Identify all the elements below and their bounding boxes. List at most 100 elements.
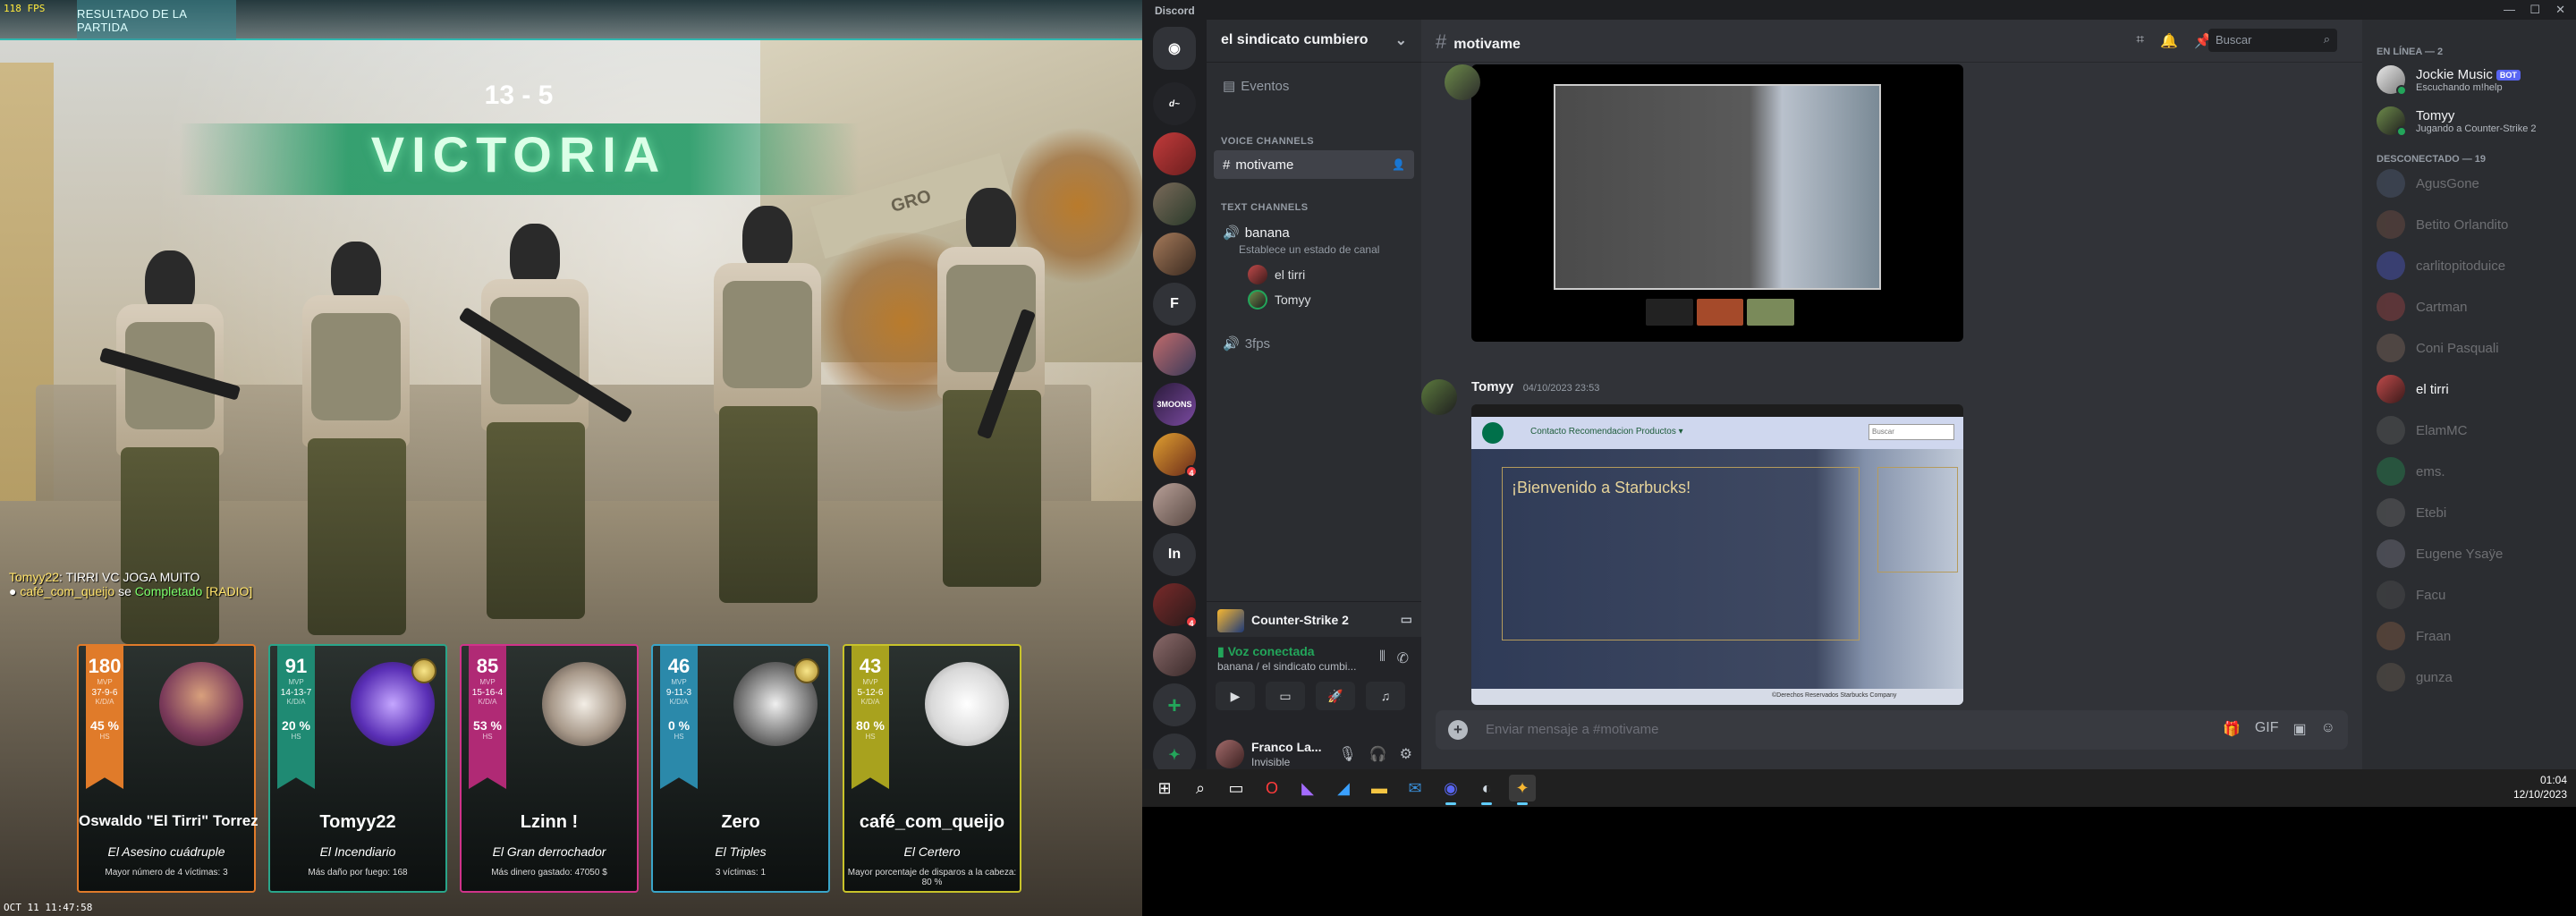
site-header: Contacto Recomendacion Productos ▾ Busca… [1471,417,1963,449]
player-name: Tomyy22 [319,812,396,832]
player-card[interactable]: 43 MVP 5-12-6 K/D/A 80 % HS café_com_que… [843,644,1021,893]
player-award-title: El Incendiario [319,844,396,859]
member-item[interactable]: Tomyy Jugando a Counter-Strike 2 [2377,102,2573,140]
member-item[interactable]: AgusGone [2377,165,2573,202]
microphone-icon[interactable]: 🎙 [1338,745,1356,763]
add-member-icon[interactable]: 👤 [1392,158,1405,171]
opera-icon[interactable]: O [1258,775,1285,802]
member-item[interactable]: ems. [2377,453,2573,490]
gift-icon[interactable]: 🎁 [2223,720,2241,738]
minimize-icon[interactable]: — [2504,3,2515,16]
system-clock[interactable]: 01:04 12/10/2023 [2513,773,2567,802]
server-icon[interactable]: 4 [1153,583,1198,628]
visual-studio-icon[interactable]: ◣ [1294,775,1321,802]
gif-icon[interactable]: GIF [2255,720,2279,738]
member-item[interactable]: gunza [2377,658,2573,696]
events-link[interactable]: ▤ Eventos [1214,72,1414,100]
search-input[interactable]: Buscar ⌕ [2208,29,2337,52]
category-text[interactable]: TEXT CHANNELS [1221,202,1308,213]
server-icon[interactable] [1153,182,1196,225]
member-item[interactable]: carlitopitoduice [2377,247,2573,284]
image-attachment[interactable]: Contacto Recomendacion Productos ▾ Busca… [1471,404,1963,705]
channel-status[interactable]: Establece un estado de canal [1239,243,1379,256]
search-icon: ⌕ [2323,32,2330,46]
member-item[interactable]: Eugene Ysaÿe [2377,535,2573,572]
server-icon[interactable] [1153,233,1196,276]
message-input[interactable]: + Enviar mensaje a #motivame 🎁 GIF ▣ ☺ [1436,710,2348,750]
member-item[interactable]: Fraan [2377,617,2573,655]
server-icon[interactable]: d~ [1153,82,1196,125]
member-list: EN LÍNEA — 2 Jockie Music BOT Escuchando m… [2362,20,2576,769]
cs2-taskbar-icon[interactable]: ✦ [1509,775,1536,805]
server-icon[interactable]: 4 [1153,433,1198,478]
file-explorer-icon[interactable]: ▬ [1366,775,1393,802]
plus-icon[interactable]: + [1448,720,1468,740]
voice-location[interactable]: banana / el sindicato cumbi... [1217,660,1356,673]
player-card[interactable]: 46 MVP 9-11-3 K/D/A 0 % HS Zero El Tripl… [651,644,830,893]
start-icon[interactable]: ⊞ [1151,775,1178,802]
mail-icon[interactable]: ✉ [1402,775,1428,802]
activities-button[interactable]: 🚀 [1316,682,1355,710]
member-item[interactable]: Coni Pasquali [2377,329,2573,367]
category-voice[interactable]: VOICE CHANNELS [1221,136,1314,147]
search-icon[interactable]: ⌕ [1187,775,1214,802]
avatar[interactable] [1216,740,1244,768]
server-icon[interactable] [1153,132,1196,175]
server-icon[interactable] [1153,333,1196,376]
gear-icon[interactable]: ⚙ [1400,745,1412,763]
player-avatar [159,662,243,746]
player-card[interactable]: 85 MVP 15-16-4 K/D/A 53 % HS Lzinn ! El … [460,644,639,893]
image-attachment[interactable] [1445,64,1963,342]
members-online-header: EN LÍNEA — 2 [2377,47,2444,57]
server-icon[interactable]: In [1153,533,1196,576]
game-activity[interactable]: Counter-Strike 2 ▭ [1207,601,1421,637]
message-timestamp: 04/10/2023 23:53 [1522,383,1600,394]
task-view-icon[interactable]: ▭ [1223,775,1250,802]
threads-icon[interactable]: ⌗ [2136,32,2144,50]
screen-share-button[interactable]: ▭ [1266,682,1305,710]
member-item[interactable]: Cartman [2377,288,2573,326]
voice-user[interactable]: el tirri [1248,265,1305,284]
server-icon[interactable]: F [1153,283,1196,326]
disconnect-icon[interactable]: ✆ [1397,649,1409,667]
server-header[interactable]: el sindicato cumbiero ⌄ [1207,20,1421,63]
server-icon[interactable] [1153,483,1196,526]
headphones-icon[interactable]: 🎧 [1369,745,1387,763]
member-item[interactable]: Betito Orlandito [2377,206,2573,243]
speaker-icon: 🔊 [1223,225,1240,241]
player-card[interactable]: 180 MVP 37-9-6 K/D/A 45 % HS Oswaldo "El… [77,644,258,893]
member-item[interactable]: el tirri [2377,370,2573,408]
discord-home-icon[interactable]: ◉ [1153,27,1196,70]
member-item[interactable]: Etebi [2377,494,2573,531]
maximize-icon[interactable]: ☐ [2529,3,2540,17]
tab-match-result[interactable]: RESULTADO DE LA PARTIDA [77,0,236,40]
noise-suppression-icon[interactable]: ⦀ [1379,649,1385,666]
voice-user[interactable]: Tomyy [1248,290,1310,310]
avatar[interactable] [1421,379,1457,415]
speaker-icon: 🔊 [1223,336,1240,352]
discord-taskbar-icon[interactable]: ◉ [1437,775,1464,805]
bell-icon[interactable]: 🔔 [2160,32,2178,50]
close-icon[interactable]: ✕ [2555,3,2565,17]
add-server-icon[interactable]: + [1153,683,1196,726]
message-author[interactable]: Tomyy [1471,379,1513,394]
voice-channel-3fps[interactable]: 🔊 3fps [1214,329,1414,358]
chat-line: Tomyy22: TIRRI VC JOGA MUITO [9,570,200,584]
member-item[interactable]: Jockie Music BOT Escuchando m!help [2377,61,2573,98]
member-item[interactable]: Facu [2377,576,2573,614]
steam-icon[interactable]: ◐ [1473,775,1500,805]
vscode-icon[interactable]: ◢ [1330,775,1357,802]
camera-button[interactable]: ▶ [1216,682,1255,710]
sticker-icon[interactable]: ▣ [2293,720,2307,738]
member-item[interactable]: ElamMC [2377,411,2573,449]
channel-motivame[interactable]: # motivame 👤 [1214,150,1414,179]
player-card[interactable]: 91 MVP 14-13-7 K/D/A 20 % HS Tomyy22 El … [268,644,447,893]
server-icon[interactable]: 3MOONS [1153,383,1196,426]
server-icon[interactable] [1153,633,1196,676]
soundboard-button[interactable]: ♫ [1366,682,1405,710]
username[interactable]: Franco La... [1251,740,1322,754]
server-list: ◉ d~ F 3MOONS 4 In 4 + ✦ [1142,20,1207,776]
voice-connected-label[interactable]: ▮ Voz conectada [1217,644,1315,659]
emoji-icon[interactable]: ☺ [2321,720,2335,738]
screen-share-icon[interactable]: ▭ [1401,612,1412,627]
